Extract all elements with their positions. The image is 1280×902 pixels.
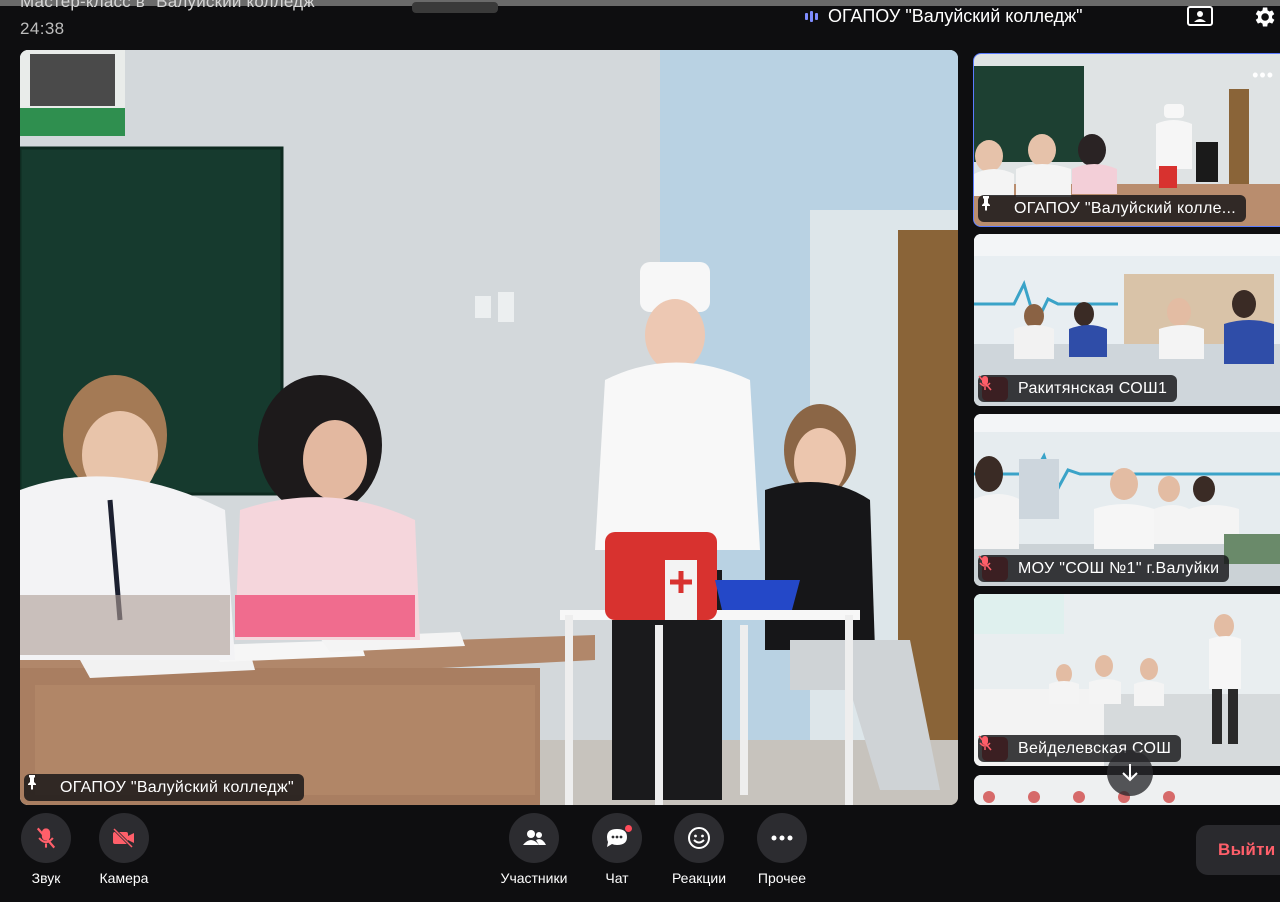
mic-toggle-button[interactable]: Звук: [6, 813, 86, 886]
smile-icon: [674, 813, 724, 863]
more-icon: [757, 813, 807, 863]
active-speaker-indicator: ОГАПОУ "Валуйский колледж": [805, 5, 1083, 27]
participant-tile[interactable]: Вейделевская СОШ: [974, 594, 1280, 766]
tile-label: ОГАПОУ "Валуйский колле...: [978, 195, 1247, 222]
more-button[interactable]: Прочее: [742, 813, 822, 886]
mic-off-icon: [978, 555, 1008, 581]
participants-icon: [509, 813, 559, 863]
participants-label: Участники: [500, 870, 568, 886]
tile-participant-name: ОГАПОУ "Валуйский колле...: [1014, 199, 1237, 217]
reactions-label: Реакции: [671, 870, 727, 886]
more-label: Прочее: [757, 870, 807, 886]
mic-off-icon: [21, 813, 71, 863]
unread-badge: [625, 825, 632, 832]
reactions-button[interactable]: Реакции: [659, 813, 739, 886]
camera-off-icon: [99, 813, 149, 863]
arrow-down-icon: [1122, 764, 1138, 782]
main-participant-name: ОГАПОУ "Валуйский колледж": [60, 778, 295, 796]
mic-off-icon: [978, 375, 1008, 401]
main-participant-label: ОГАПОУ "Валуйский колледж": [24, 774, 305, 801]
meeting-title: Мастер-класс в "Валуйский колледж": [20, 0, 322, 11]
tile-participant-name: Ракитянская СОШ1: [1018, 379, 1168, 397]
tile-more-icon[interactable]: •••: [1252, 66, 1274, 84]
audio-level-icon: [805, 10, 818, 22]
mic-off-icon: [978, 735, 1008, 761]
meeting-timer: 24:38: [20, 19, 65, 38]
classroom-scene: [20, 50, 958, 805]
participants-button[interactable]: Участники: [494, 813, 574, 886]
gear-icon[interactable]: [1251, 4, 1279, 28]
chat-button[interactable]: Чат: [577, 813, 657, 886]
tile-label: МОУ "СОШ №1" г.Валуйки: [978, 555, 1230, 582]
tile-participant-name: Вейделевская СОШ: [1018, 739, 1172, 757]
contact-card-icon[interactable]: [1186, 4, 1214, 28]
main-video-feed[interactable]: ОГАПОУ "Валуйский колледж": [20, 50, 958, 805]
chat-label: Чат: [605, 870, 629, 886]
chat-icon: [592, 813, 642, 863]
title-badge: [412, 2, 498, 13]
active-speaker-name: ОГАПОУ "Валуйский колледж": [828, 5, 1083, 26]
camera-toggle-button[interactable]: Камера: [84, 813, 164, 886]
tile-participant-name: МОУ "СОШ №1" г.Валуйки: [1018, 559, 1220, 577]
tile-label: Вейделевская СОШ: [978, 735, 1182, 762]
pin-icon[interactable]: [28, 775, 50, 798]
mic-label: Звук: [31, 870, 61, 886]
participant-tile[interactable]: ••• ОГАПОУ "Валуйский колле...: [973, 53, 1280, 227]
exit-button[interactable]: Выйти: [1196, 825, 1280, 875]
scroll-down-button[interactable]: [1107, 750, 1153, 796]
video-call-window: Мастер-класс в "Валуйский колледж" 24:38…: [0, 0, 1280, 902]
tile-label: Ракитянская СОШ1: [978, 375, 1178, 402]
participant-tile[interactable]: Ракитянская СОШ1: [974, 234, 1280, 406]
participant-tile[interactable]: МОУ "СОШ №1" г.Валуйки: [974, 414, 1280, 586]
pin-icon[interactable]: [982, 196, 1004, 219]
camera-label: Камера: [99, 870, 149, 886]
